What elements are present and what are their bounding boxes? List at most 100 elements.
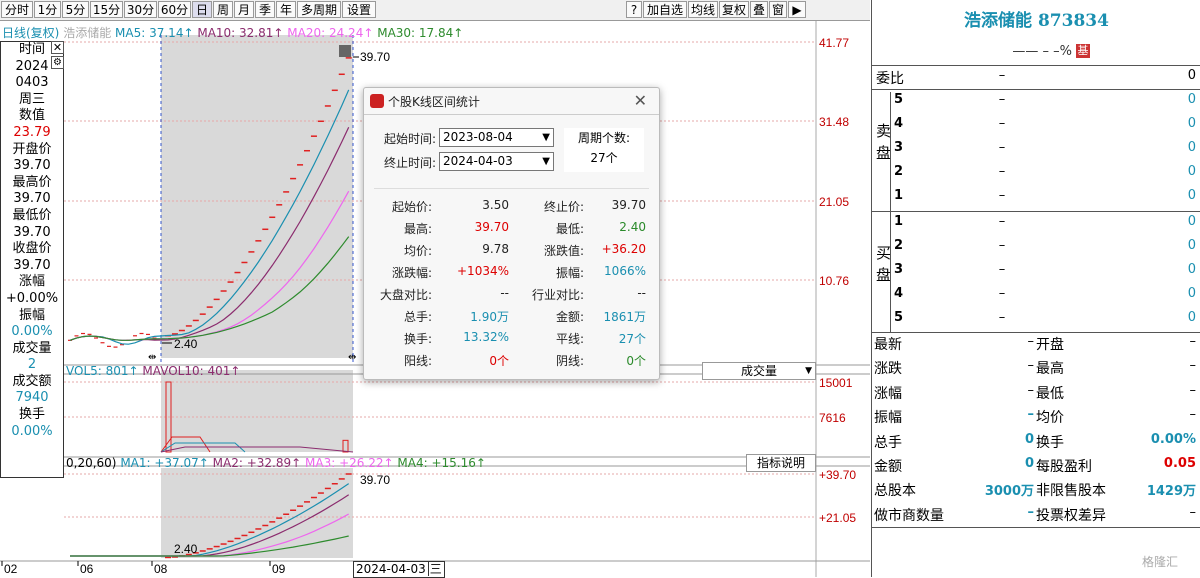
- indicator-tick-label: +21.05: [819, 511, 856, 525]
- buy-label: 买盘: [876, 244, 892, 284]
- period-tab-0[interactable]: 分时: [1, 1, 33, 18]
- stat-value: --: [500, 286, 509, 300]
- legend-ma2: MA2: +32.89↑: [212, 456, 302, 470]
- start-time-value: 2023-08-04: [443, 130, 513, 144]
- stat-label: 换手:: [403, 332, 432, 346]
- weibi-price: –: [998, 68, 1006, 83]
- quote-panel: 浩添储能 873834 —— – –% 基 委比 –0 卖盘 5–0 4–0 3–0 2–0…: [871, 0, 1200, 577]
- quote-label: 开盘: [1036, 337, 1064, 353]
- indicator-help-button[interactable]: 指标说明: [746, 454, 816, 472]
- quote-label: 非限售股本: [1036, 483, 1106, 500]
- stat-value: 1066%: [604, 264, 646, 278]
- period-count-value: 27个: [590, 151, 618, 165]
- info-label: 涨幅: [18, 274, 45, 290]
- stat-label: 起始价:: [391, 200, 432, 214]
- quote-label: 最高: [1036, 361, 1064, 378]
- period-tab-4[interactable]: 30分: [124, 1, 157, 18]
- start-time-select[interactable]: 2023-08-04 ▼: [439, 128, 554, 147]
- period-count-label: 周期个数:: [577, 131, 631, 145]
- sell-level: 3: [894, 140, 904, 155]
- indicator-legend: 0,20,60) MA1: +37.07↑ MA2: +32.89↑ MA3: …: [66, 456, 486, 470]
- quote-value: 0.00%: [1150, 431, 1196, 447]
- legend-mavol10: MAVOL10: 401↑: [142, 364, 241, 378]
- quote-label: 最新: [874, 337, 902, 353]
- period-tab-10[interactable]: 年: [276, 1, 296, 18]
- legend-ma3: MA3: +26.22↑: [305, 456, 394, 470]
- toolbar-button-2[interactable]: 均线: [688, 1, 718, 18]
- volume-selector[interactable]: 成交量 ▼: [702, 362, 816, 380]
- period-tab-9[interactable]: 季: [255, 1, 275, 18]
- period-tab-6[interactable]: 日: [192, 1, 212, 18]
- stat-value: 1.90万: [470, 310, 509, 324]
- quote-label: 涨幅: [874, 385, 902, 402]
- toolbar-button-0[interactable]: ?: [626, 1, 642, 18]
- date-tick-label: 08: [154, 562, 168, 576]
- info-label: 成交量: [12, 340, 52, 356]
- legend-ma4: MA4: +15.16↑: [397, 456, 486, 470]
- stat-label: 平线:: [555, 332, 584, 346]
- quote-label: 金额: [874, 459, 902, 475]
- period-tab-1[interactable]: 1分: [34, 1, 61, 18]
- legend-vol5: VOL5: 801↑: [66, 364, 139, 378]
- quote-value: –: [1189, 358, 1197, 374]
- indicator-tick-label: +39.70: [819, 468, 856, 482]
- info-value: 2: [27, 357, 37, 373]
- gear-icon[interactable]: ⚙: [51, 56, 64, 69]
- date-tick-label: 06: [80, 562, 94, 576]
- date-tick-label: 09: [272, 562, 286, 576]
- period-tab-7[interactable]: 周: [213, 1, 233, 18]
- info-value: 7940: [15, 390, 49, 406]
- buy-level: 3: [894, 262, 904, 277]
- info-value: 39.70: [13, 191, 51, 207]
- pin-icon[interactable]: ▶: [788, 1, 806, 18]
- weibi-volume: 0: [1187, 68, 1196, 83]
- period-tab-5[interactable]: 60分: [158, 1, 191, 18]
- price-change-line: —— – –%: [1012, 44, 1072, 59]
- info-value: 39.70: [13, 257, 51, 273]
- weibi-label: 委比: [876, 71, 904, 87]
- sell-volume: 0: [1187, 92, 1196, 107]
- stat-value: 13.32%: [463, 330, 509, 344]
- date-cursor-label: 2024-04-03 三: [353, 561, 445, 578]
- period-tab-2[interactable]: 5分: [62, 1, 89, 18]
- date-cursor-value: 2024-04-03: [356, 562, 426, 576]
- buy-price: –: [998, 310, 1006, 325]
- end-time-select[interactable]: 2024-04-03 ▼: [439, 152, 554, 171]
- stat-value: --: [637, 286, 646, 300]
- quote-value: –: [1189, 504, 1197, 520]
- close-icon[interactable]: ✕: [634, 91, 647, 110]
- volume-selector-label: 成交量: [740, 364, 777, 378]
- info-value: 0.00%: [11, 423, 53, 439]
- period-tab-12[interactable]: 设置: [342, 1, 376, 18]
- period-tab-11[interactable]: 多周期: [297, 1, 341, 18]
- toolbar-button-3[interactable]: 复权: [719, 1, 749, 18]
- quote-label: 涨跌: [874, 361, 902, 378]
- info-label: 成交额: [12, 373, 52, 389]
- period-tab-3[interactable]: 15分: [90, 1, 123, 18]
- buy-volume: 0: [1187, 310, 1196, 325]
- period-tab-8[interactable]: 月: [234, 1, 254, 18]
- period-count-box: 周期个数: 27个: [564, 128, 644, 172]
- close-icon[interactable]: [339, 45, 351, 57]
- dialog-title-divider: [364, 114, 659, 115]
- close-icon[interactable]: ✕: [51, 41, 64, 54]
- buy-volume: 0: [1187, 238, 1196, 253]
- legend-ma10: MA10: 32.81↑: [197, 26, 284, 40]
- sell-volume: 0: [1187, 164, 1196, 179]
- stat-label: 总手:: [403, 310, 432, 324]
- quote-value: 0.05: [1163, 456, 1196, 471]
- toolbar-button-5[interactable]: 窗: [769, 1, 787, 18]
- toolbar-button-1[interactable]: 加自选: [643, 1, 687, 18]
- sell-level: 2: [894, 164, 904, 179]
- quote-label: 最低: [1036, 385, 1064, 402]
- quote-value: –: [1189, 334, 1197, 349]
- watermark: 格隆汇: [1142, 555, 1179, 569]
- sell-price: –: [998, 140, 1006, 155]
- info-label: 收盘价: [12, 241, 52, 257]
- panel-divider: [872, 89, 1200, 90]
- toolbar-button-4[interactable]: 叠: [750, 1, 768, 18]
- stat-label: 最低:: [555, 222, 584, 236]
- info-value: 周三: [18, 91, 45, 107]
- quote-label: 每股盈利: [1036, 459, 1092, 475]
- buy-volume: 0: [1187, 214, 1196, 229]
